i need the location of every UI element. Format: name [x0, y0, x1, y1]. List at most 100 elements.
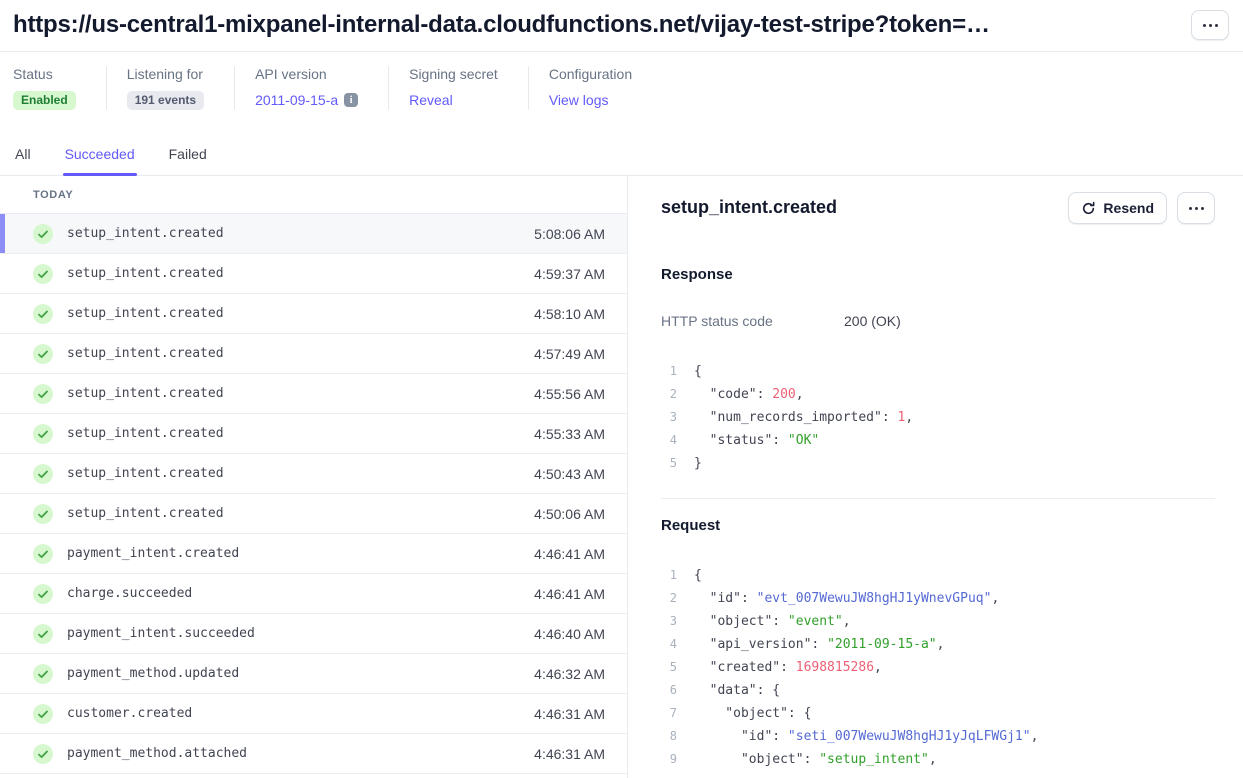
meta-value: Enabled [13, 90, 76, 110]
code-line: 5 "created": 1698815286, [661, 656, 1215, 679]
code-line: 9 "object": "setup_intent", [661, 748, 1215, 771]
event-row[interactable]: payment_method.attached 4:46:31 AM [0, 734, 627, 774]
detail-event-title: setup_intent.created [661, 197, 837, 218]
success-check-icon [33, 224, 53, 244]
code-text: "object": "setup_intent", [694, 748, 937, 771]
success-check-icon [33, 704, 53, 724]
count-badge: 191 events [127, 91, 204, 110]
line-number: 4 [661, 429, 677, 452]
event-name: setup_intent.created [67, 506, 224, 521]
event-name: payment_intent.succeeded [67, 626, 255, 641]
event-row[interactable]: payment_intent.created 4:46:41 AM [0, 534, 627, 574]
code-text: "data": { [694, 679, 780, 702]
line-number: 6 [661, 679, 677, 702]
tab-succeeded[interactable]: Succeeded [63, 138, 137, 175]
event-row[interactable]: setup_intent.created4:58:10 AM [0, 294, 627, 334]
success-check-icon [33, 464, 53, 484]
code-line: 6 "data": { [661, 679, 1215, 702]
code-text: "num_records_imported": 1, [694, 406, 913, 429]
code-text: "id": "seti_007WewuJW8hgHJ1yJqLFWGj1", [694, 725, 1038, 748]
event-name: setup_intent.created [67, 466, 224, 481]
event-time: 4:50:06 AM [534, 506, 605, 522]
event-name: setup_intent.created [67, 306, 224, 321]
event-row[interactable]: setup_intent.created 4:57:49 AM [0, 334, 627, 374]
page-header: https://us-central1-mixpanel-internal-da… [0, 0, 1243, 52]
code-line: 4 "api_version": "2011-09-15-a", [661, 633, 1215, 656]
code-text: "object": "event", [694, 610, 851, 633]
code-text: "object": { [694, 702, 811, 725]
event-name: setup_intent.created [67, 346, 224, 361]
meta-link-2011-09-15-a[interactable]: 2011-09-15-a [255, 92, 338, 108]
event-time: 5:08:06 AM [534, 226, 605, 242]
tab-failed[interactable]: Failed [167, 138, 209, 175]
event-name: customer.created [67, 706, 192, 721]
meta-value: View logs [549, 90, 632, 110]
code-line: 1{ [661, 360, 1215, 383]
response-section-heading: Response [661, 266, 1215, 283]
line-number: 1 [661, 564, 677, 587]
list-date-header: TODAY [0, 176, 627, 214]
code-text: { [694, 360, 702, 383]
success-check-icon [33, 504, 53, 524]
detail-actions: Resend [1068, 192, 1215, 224]
detail-more-button[interactable] [1177, 192, 1215, 224]
meta-col-configuration: Configuration View logs [528, 66, 662, 110]
event-time: 4:46:31 AM [534, 746, 605, 762]
code-line: 5} [661, 452, 1215, 475]
http-status-row: HTTP status code 200 (OK) [661, 313, 1215, 329]
success-check-icon [33, 544, 53, 564]
event-row[interactable]: setup_intent.created4:59:37 AM [0, 254, 627, 294]
event-time: 4:46:40 AM [534, 626, 605, 642]
resend-button[interactable]: Resend [1068, 192, 1167, 224]
line-number: 4 [661, 633, 677, 656]
meta-value: 191 events [127, 90, 204, 110]
event-name: setup_intent.created [67, 426, 224, 441]
event-row[interactable]: setup_intent.created 4:50:06 AM [0, 494, 627, 534]
code-line: 7 "object": { [661, 702, 1215, 725]
success-check-icon [33, 424, 53, 444]
line-number: 5 [661, 452, 677, 475]
meta-value: 2011-09-15-ai [255, 90, 358, 110]
event-row[interactable]: customer.created 4:46:31 AM [0, 694, 627, 734]
code-text: "api_version": "2011-09-15-a", [694, 633, 944, 656]
event-row[interactable]: setup_intent.created 4:55:33 AM [0, 414, 627, 454]
event-time: 4:55:33 AM [534, 426, 605, 442]
success-check-icon [33, 384, 53, 404]
meta-label: Configuration [549, 66, 632, 82]
event-time: 4:46:31 AM [534, 706, 605, 722]
status-badge: Enabled [13, 91, 76, 110]
success-check-icon [33, 264, 53, 284]
line-number: 3 [661, 406, 677, 429]
meta-col-signing-secret: Signing secretReveal [388, 66, 528, 110]
event-row[interactable]: setup_intent.created4:55:56 AM [0, 374, 627, 414]
event-row[interactable]: setup_intent.created 4:50:43 AM [0, 454, 627, 494]
code-text: "code": 200, [694, 383, 804, 406]
page-more-button[interactable] [1191, 10, 1229, 40]
code-line: 2 "code": 200, [661, 383, 1215, 406]
section-divider [661, 498, 1215, 499]
event-name: payment_intent.created [67, 546, 239, 561]
meta-col-listening-for: Listening for191 events [106, 66, 234, 110]
detail-header: setup_intent.created Resend [661, 192, 1215, 224]
success-check-icon [33, 664, 53, 684]
http-status-label: HTTP status code [661, 313, 844, 329]
code-text: "id": "evt_007WewuJW8hgHJ1yWnevGPuq", [694, 587, 999, 610]
line-number: 1 [661, 360, 677, 383]
event-time: 4:50:43 AM [534, 466, 605, 482]
event-time: 4:59:37 AM [534, 266, 605, 282]
event-time: 4:46:41 AM [534, 546, 605, 562]
event-row[interactable]: charge.succeeded4:46:41 AM [0, 574, 627, 614]
code-line: 1{ [661, 564, 1215, 587]
event-name: payment_method.attached [67, 746, 247, 761]
meta-link-reveal[interactable]: Reveal [409, 92, 453, 108]
event-time: 4:57:49 AM [534, 346, 605, 362]
http-status-value: 200 (OK) [844, 313, 901, 329]
event-row[interactable]: payment_method.updated4:46:32 AM [0, 654, 627, 694]
tab-all[interactable]: All [13, 138, 33, 175]
meta-link-view-logs[interactable]: View logs [549, 92, 609, 108]
event-row[interactable]: setup_intent.created5:08:06 AM [0, 214, 627, 254]
ellipsis-icon [1203, 24, 1218, 27]
event-time: 4:55:56 AM [534, 386, 605, 402]
event-row[interactable]: payment_intent.succeeded 4:46:40 AM [0, 614, 627, 654]
event-name: payment_method.updated [67, 666, 239, 681]
